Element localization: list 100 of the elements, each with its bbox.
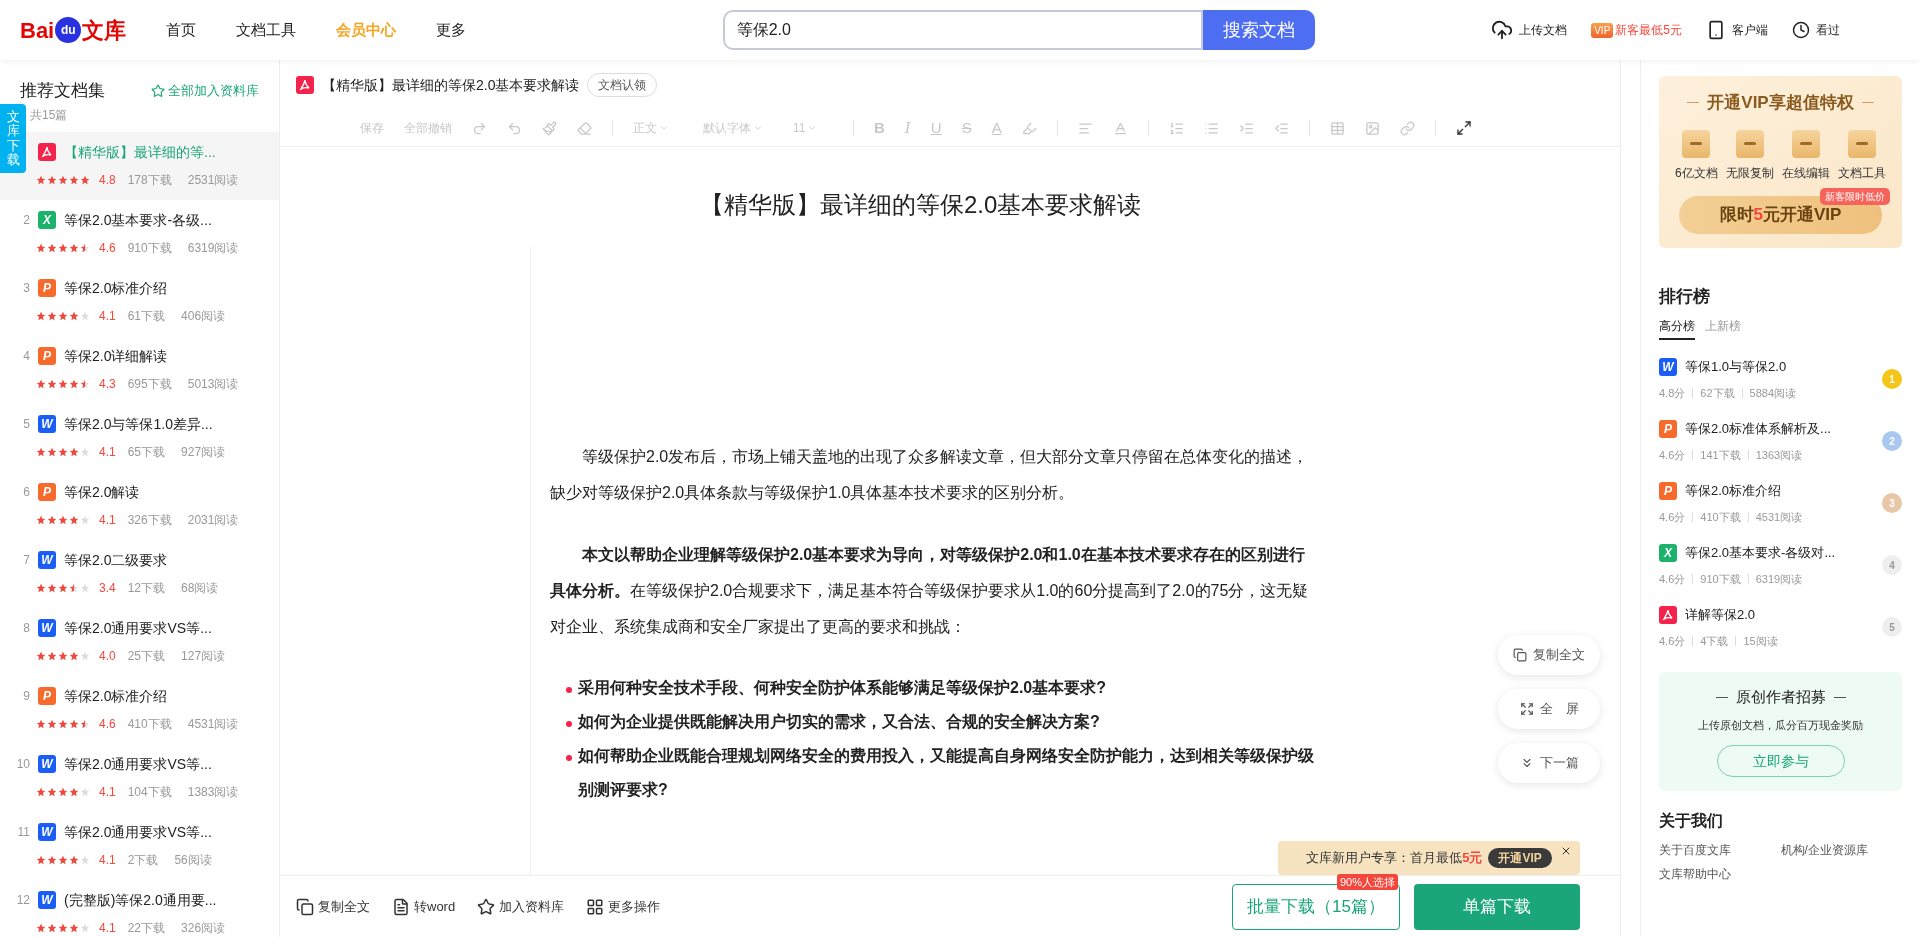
document-list-item[interactable]: 6 P 等保2.0解读 4.1 326下载 2031阅读 <box>0 471 279 540</box>
about-link[interactable]: 关于百度文库 <box>1659 841 1781 859</box>
star-icon <box>58 242 68 253</box>
action-icon <box>586 897 605 916</box>
logo[interactable]: Bai du 文库 <box>20 13 127 47</box>
ranking-item[interactable]: 详解等保2.0 4.6分 4下载 15阅读 5 <box>1659 596 1902 658</box>
read-count: 406阅读 <box>181 307 226 325</box>
star-icon <box>36 718 46 729</box>
star-icon <box>80 582 90 593</box>
bottom-action[interactable]: 更多操作 <box>586 896 661 917</box>
star-icon <box>69 446 79 457</box>
paragraph: 本文以帮助企业理解等级保护2.0基本要求为导向，对等级保护2.0和1.0在基本技术要求存在的区别进行具体分析。在等级保护2.0合规要求下，满足基本符合等级保护要求从1.0的60分提高到了2.0的75分，这无疑对企业、系统集成商和安全厂家提出了更高的要求和挑战： <box>550 545 1310 637</box>
item-title: (完整版)等保2.0通用要... <box>64 890 217 910</box>
ranking-item[interactable]: P 等保2.0标准介绍 4.6分 410下载 4531阅读 3 <box>1659 472 1902 534</box>
item-number: 6 <box>22 484 30 501</box>
ranking-item[interactable]: X 等保2.0基本要求-各级对... 4.6分 910下载 6319阅读 4 <box>1659 534 1902 596</box>
word-file-icon: W <box>1659 357 1677 376</box>
ppt-file-icon: P <box>38 483 56 501</box>
document-count: 共15篇 <box>30 106 68 124</box>
download-count: 410下载 <box>1700 509 1741 525</box>
ranking-title: 排行榜 <box>1659 285 1711 308</box>
upload-link[interactable]: 上传文档 <box>1491 19 1568 41</box>
nav-link[interactable]: 更多 <box>436 18 467 42</box>
star-icon <box>80 242 90 253</box>
score: 4.6分 <box>1659 633 1686 649</box>
about-link[interactable]: 文库帮助中心 <box>1659 865 1781 883</box>
benefit-label: 在线编辑 <box>1781 164 1830 182</box>
float-action-button[interactable]: 复制全文 <box>1498 635 1600 675</box>
ppt-file-icon: P <box>38 347 56 365</box>
document-list-item[interactable]: 7 W 等保2.0二级要求 3.4 12下载 68阅读 <box>0 539 279 608</box>
download-count: 695下载 <box>127 375 172 393</box>
document-list-item[interactable]: 10 W 等保2.0通用要求VS等... 4.1 104下载 1383阅读 <box>0 743 279 812</box>
download-count: 326下载 <box>127 511 172 529</box>
download-count: 410下载 <box>127 715 172 733</box>
bottom-action[interactable]: 复制全文 <box>296 896 370 917</box>
pdf-file-icon <box>296 76 314 94</box>
float-action-button[interactable]: 下一篇 <box>1498 743 1600 783</box>
document-list-item[interactable]: 12 W (完整版)等保2.0通用要... 4.1 22下载 326阅读 <box>0 879 279 937</box>
star-icon <box>58 650 68 661</box>
star-icon <box>47 854 57 865</box>
read-count: 5884阅读 <box>1749 385 1797 401</box>
item-title: 等保2.0标准介绍 <box>64 686 168 706</box>
word-file-icon: W <box>38 415 56 433</box>
document-list-item[interactable]: 11 W 等保2.0通用要求VS等... 4.1 2下载 56阅读 <box>0 811 279 880</box>
score: 4.6分 <box>1659 509 1686 525</box>
download-count: 178下载 <box>127 171 172 189</box>
word-file-icon: W <box>38 823 56 841</box>
download-count: 910下载 <box>127 239 172 257</box>
read-count: 1383阅读 <box>187 783 239 801</box>
ranking-tab[interactable]: 高分榜 <box>1659 317 1695 340</box>
item-title: 【精华版】最详细的等... <box>64 142 216 162</box>
vip-offer-link[interactable]: VIP 新客最低5元 <box>1591 21 1682 39</box>
clock-icon <box>1792 21 1810 39</box>
benefit-label: 文档工具 <box>1837 164 1886 182</box>
item-title: 等保2.0通用要求VS等... <box>64 754 212 774</box>
star-icon <box>69 718 79 729</box>
document-list-item[interactable]: 4 P 等保2.0详细解读 4.3 695下载 5013阅读 <box>0 335 279 404</box>
rank-badge: 1 <box>1882 369 1902 389</box>
ranking-item-title: 等保2.0标准介绍 <box>1685 482 1782 500</box>
about-link[interactable]: 机构/企业资源库 <box>1780 841 1902 859</box>
item-number: 8 <box>22 620 30 637</box>
star-icon <box>47 446 57 457</box>
client-link[interactable]: 客户端 <box>1706 20 1768 40</box>
bottom-action[interactable]: 转word <box>392 896 456 917</box>
bottom-action[interactable]: 加入资料库 <box>477 896 565 917</box>
document-list-item[interactable]: 2 X 等保2.0基本要求-各级... 4.6 910下载 6319阅读 <box>0 199 279 268</box>
star-icon <box>47 582 57 593</box>
promo-text: 文库新用户专享：首月最低 <box>1306 849 1463 868</box>
document-list-item[interactable]: 9 P 等保2.0标准介绍 4.6 410下载 4531阅读 <box>0 675 279 744</box>
nav-link[interactable]: 首页 <box>166 18 197 42</box>
document-title: 【精华版】最详细的等保2.0基本要求解读 <box>322 75 580 95</box>
star-icon <box>58 922 68 933</box>
history-link[interactable]: 看过 <box>1792 21 1840 39</box>
star-icon <box>69 922 79 933</box>
document-list-item[interactable]: 5 W 等保2.0与等保1.0差异... 4.1 65下载 927阅读 <box>0 403 279 472</box>
caret-icon <box>659 123 669 133</box>
fullscreen-icon[interactable] <box>1455 120 1472 136</box>
download-count: 910下载 <box>1700 571 1741 587</box>
star-icon <box>151 83 165 98</box>
score: 4.6分 <box>1659 447 1686 463</box>
search-button[interactable]: 搜索文档 <box>1202 10 1315 50</box>
item-title: 等保2.0标准介绍 <box>64 278 168 298</box>
ranking-item[interactable]: W 等保1.0与等保2.0 4.8分 62下载 5884阅读 1 <box>1659 348 1902 410</box>
document-list-item[interactable]: 8 W 等保2.0通用要求VS等... 4.0 25下载 127阅读 <box>0 607 279 676</box>
ranking-item[interactable]: P 等保2.0标准体系解析及... 4.6分 141下载 1363阅读 2 <box>1659 410 1902 472</box>
close-icon[interactable] <box>1560 845 1572 857</box>
nav-link[interactable]: 文档工具 <box>236 18 297 42</box>
star-icon <box>69 854 79 865</box>
float-action-button[interactable]: 全 屏 <box>1498 689 1600 729</box>
rating: 4.0 <box>99 647 116 665</box>
download-count: 141下载 <box>1700 447 1741 463</box>
star-icon <box>80 174 90 185</box>
vip-badge-icon: VIP <box>1591 22 1614 38</box>
document-list-item[interactable]: 3 P 等保2.0标准介绍 4.1 61下载 406阅读 <box>0 267 279 336</box>
sidebar-title: 推荐文档集 <box>20 80 105 102</box>
star-icon <box>58 854 68 865</box>
search-field[interactable]: 等保2.0 <box>722 10 1203 50</box>
read-count: 1363阅读 <box>1755 447 1803 463</box>
open-vip-button[interactable]: 开通VIP <box>1488 848 1552 868</box>
expand-icon <box>1519 702 1534 716</box>
